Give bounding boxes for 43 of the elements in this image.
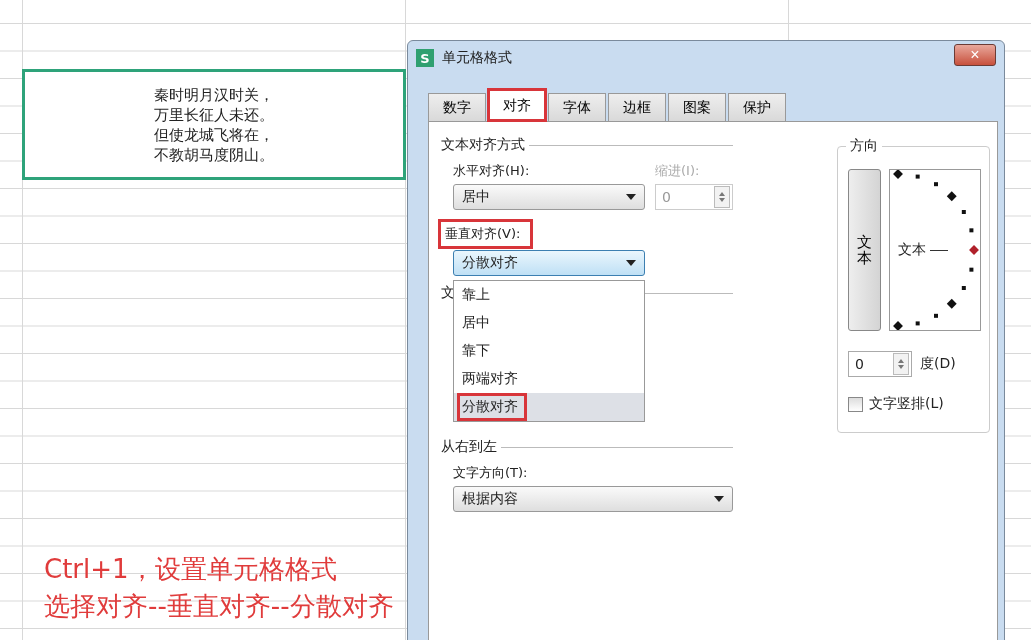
horizontal-align-dropdown[interactable]: 居中: [453, 184, 645, 210]
spinner-arrows-icon: [893, 353, 909, 375]
cell-text-line: 秦时明月汉时关，: [154, 84, 274, 105]
checkbox[interactable]: [848, 396, 863, 412]
tab[interactable]: 对齐: [488, 89, 546, 121]
tab[interactable]: 数字: [428, 93, 486, 121]
field-label: 缩进(I):: [655, 162, 701, 180]
dropdown-option[interactable]: 居中: [454, 309, 644, 337]
tab[interactable]: 字体: [548, 93, 606, 121]
dropdown-option[interactable]: 两端对齐: [454, 365, 644, 393]
cell-text-line: 不教胡马度阴山。: [154, 144, 274, 165]
selected-cell[interactable]: 秦时明月汉时关， 万里长征人未还。 但使龙城飞将在， 不教胡马度阴山。: [22, 69, 406, 180]
caret-icon: [626, 260, 636, 266]
orientation-dial[interactable]: 文本: [889, 169, 981, 331]
group-heading: 文: [441, 284, 455, 302]
tab[interactable]: 边框: [608, 93, 666, 121]
cell-text-line: 万里长征人未还。: [154, 104, 274, 125]
tab[interactable]: 图案: [668, 93, 726, 121]
degrees-spinner[interactable]: 0: [848, 351, 912, 377]
tab[interactable]: 保护: [728, 93, 786, 121]
window-title: 单元格格式: [442, 49, 512, 67]
dropdown-option[interactable]: 分散对齐: [454, 393, 644, 421]
caption-text: 选择对齐--垂直对齐--分散对齐: [44, 590, 394, 623]
dial-text: 文本: [898, 241, 926, 259]
spinner-arrows-icon: [714, 186, 730, 208]
degrees-label: 度(D): [920, 355, 956, 373]
field-label: 垂直对齐(V):: [441, 222, 531, 246]
text-direction-dropdown[interactable]: 根据内容: [453, 486, 733, 512]
group-heading: 方向: [846, 137, 882, 155]
cell-text-line: 但使龙城飞将在，: [154, 124, 274, 145]
dropdown-option[interactable]: 靠下: [454, 337, 644, 365]
vertical-align-dropdown[interactable]: 分散对齐: [453, 250, 645, 276]
vertical-text-button[interactable]: 文本: [848, 169, 881, 331]
checkbox-label: 文字竖排(L): [869, 395, 944, 413]
caret-icon: [714, 496, 724, 502]
group-heading: 从右到左: [441, 438, 497, 456]
dropdown-option[interactable]: 靠上: [454, 281, 644, 309]
group-heading: 文本对齐方式: [441, 136, 525, 154]
caret-icon: [626, 194, 636, 200]
caption-text: Ctrl+1，设置单元格格式: [44, 553, 338, 586]
app-icon: S: [416, 49, 434, 67]
field-label: 水平对齐(H):: [453, 162, 531, 180]
field-label: 文字方向(T):: [453, 464, 529, 482]
